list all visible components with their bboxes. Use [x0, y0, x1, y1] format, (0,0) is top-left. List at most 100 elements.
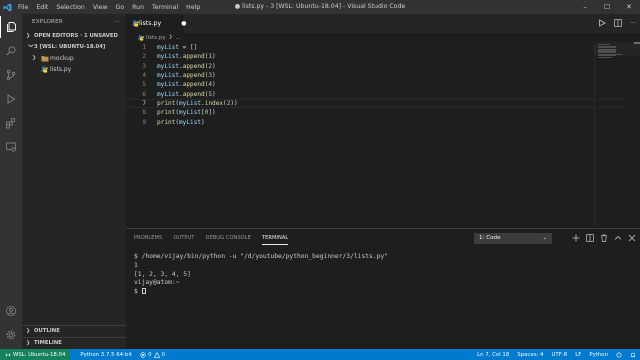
code-editor[interactable]: 1 myList = [] 2 myList.append(1) 3 myList.app…	[126, 42, 640, 227]
more-actions-button[interactable]: ···	[630, 20, 636, 27]
bell-icon	[630, 352, 636, 357]
new-terminal-button[interactable]	[572, 234, 580, 244]
terminal-prompt-line: $	[134, 288, 624, 297]
tab-terminal[interactable]: TERMINAL	[261, 233, 289, 245]
terminal-select[interactable]: 1: Code ⌄	[474, 233, 552, 244]
code-line[interactable]: 4 myList.append(3)	[126, 71, 626, 80]
extensions-button[interactable]	[0, 112, 22, 134]
open-editors-section[interactable]: ❯ OPEN EDITORS · 1 UNSAVED	[22, 31, 126, 42]
tab-lists-py[interactable]: lists.py ●	[126, 14, 187, 33]
code-line[interactable]: 9 print(myList)	[126, 117, 626, 126]
more-actions-button[interactable]: ···	[114, 14, 120, 31]
remote-indicator[interactable]: WSL: Ubuntu-18.04	[0, 349, 71, 360]
encoding[interactable]: UTF-8	[547, 352, 571, 358]
timeline-section[interactable]: ❯ TIMELINE	[22, 337, 126, 349]
split-editor-button[interactable]	[614, 18, 623, 29]
breadcrumb-symbol[interactable]: ...	[176, 35, 181, 41]
chevron-up-icon	[614, 235, 622, 240]
gear-icon	[6, 330, 16, 340]
source-control-button[interactable]	[0, 64, 22, 86]
explorer-button[interactable]	[0, 16, 22, 38]
minimap-line	[598, 56, 613, 58]
editor-tab-bar: lists.py ● ···	[126, 14, 640, 33]
warning-icon	[153, 351, 160, 358]
scroll-position-marker	[634, 42, 640, 44]
status-right-group: Ln 7, Col 18 Spaces: 4 UTF-8 LF Python	[473, 349, 640, 360]
editor-actions: ···	[598, 14, 636, 33]
title-bar: File Edit Selection View Go Run Terminal…	[0, 0, 640, 14]
menu-selection[interactable]: Selection	[52, 4, 89, 11]
code-text: myList.append(3)	[157, 72, 216, 80]
chevron-right-icon: ❯	[26, 33, 31, 39]
language-mode[interactable]: Python	[585, 352, 612, 358]
python-interpreter[interactable]: Python 3.7.5 64-bit	[76, 352, 136, 358]
code-line[interactable]: 1 myList = []	[126, 43, 626, 52]
breadcrumb-file[interactable]: lists.py	[146, 35, 166, 41]
notifications-button[interactable]	[626, 352, 640, 358]
tab-output[interactable]: OUTPUT	[173, 233, 194, 245]
terminal-line: vijay@atom:~	[134, 279, 180, 287]
indentation[interactable]: Spaces: 4	[513, 352, 547, 358]
minimize-button[interactable]: –	[574, 0, 596, 14]
terminal-cursor	[141, 288, 146, 295]
status-bar: WSL: Ubuntu-18.04 Python 3.7.5 64-bit 0 …	[0, 349, 640, 360]
maximize-button[interactable]: ☐	[596, 0, 618, 14]
accounts-button[interactable]	[0, 300, 22, 322]
tree-item-label: lists.py	[50, 66, 72, 73]
manage-button[interactable]	[0, 324, 22, 346]
tab-label: lists.py	[139, 20, 162, 27]
python-file-icon	[132, 20, 139, 27]
editor-scrollbar[interactable]	[634, 42, 640, 227]
files-icon	[6, 22, 16, 32]
panel-actions	[572, 233, 636, 244]
feedback-button[interactable]	[612, 351, 626, 358]
code-line[interactable]: 7 print(myList.index(2))	[126, 98, 626, 109]
code-line[interactable]: 5 myList.append(4)	[126, 80, 626, 89]
tree-item-mockup[interactable]: ❯ mockup	[22, 53, 126, 64]
menu-terminal[interactable]: Terminal	[148, 4, 182, 11]
menu-file[interactable]: File	[14, 4, 32, 11]
menu-edit[interactable]: Edit	[32, 4, 52, 11]
plus-icon	[572, 234, 580, 241]
source-control-icon	[6, 69, 16, 81]
chevron-right-icon: ❯	[32, 55, 37, 61]
chevron-right-icon: ❯	[26, 328, 31, 334]
close-window-button[interactable]: ✕	[618, 0, 640, 14]
line-number: 1	[142, 44, 146, 52]
close-panel-button[interactable]	[628, 234, 636, 244]
code-line[interactable]: 6 myList.append(5)	[126, 90, 626, 99]
menu-go[interactable]: Go	[112, 4, 129, 11]
tree-item-lists-py[interactable]: lists.py	[22, 64, 126, 75]
outline-section[interactable]: ❯ OUTLINE	[22, 325, 126, 337]
workspace-section[interactable]: ❯ 3 [WSL: UBUNTU-18.04]	[22, 42, 126, 53]
kill-terminal-button[interactable]	[600, 233, 608, 244]
terminal-output[interactable]: $ /home/vijay/bin/python -u "/d/youtube/…	[134, 253, 624, 297]
trash-icon	[601, 233, 607, 242]
code-line[interactable]: 3 myList.append(2)	[126, 62, 626, 71]
split-terminal-button[interactable]	[586, 233, 594, 244]
maximize-panel-button[interactable]	[614, 234, 622, 244]
search-button[interactable]	[0, 40, 22, 62]
menu-run[interactable]: Run	[128, 4, 148, 11]
run-file-button[interactable]	[598, 18, 607, 29]
line-number: 6	[142, 90, 146, 98]
end-of-line[interactable]: LF	[571, 352, 585, 358]
cursor-position[interactable]: Ln 7, Col 18	[473, 352, 513, 358]
run-debug-button[interactable]	[0, 88, 22, 110]
menu-help[interactable]: Help	[182, 4, 204, 11]
tab-debug-console[interactable]: DEBUG CONSOLE	[205, 233, 250, 245]
tab-problems[interactable]: PROBLEMS	[134, 233, 162, 245]
unsaved-dot-icon[interactable]: ●	[181, 20, 186, 27]
chevron-right-icon: ❯	[168, 35, 173, 40]
code-line[interactable]: 8 print(myList[0])	[126, 108, 626, 117]
menu-view[interactable]: View	[89, 4, 112, 11]
timeline-label: TIMELINE	[34, 340, 62, 346]
python-version: Python 3.7.5 64-bit	[80, 351, 133, 358]
remote-explorer-button[interactable]	[0, 136, 22, 158]
code-line[interactable]: 2 myList.append(1)	[126, 52, 626, 61]
play-icon	[599, 18, 607, 27]
line-number: 3	[142, 62, 146, 70]
split-terminal-icon	[586, 233, 594, 242]
error-icon	[140, 351, 146, 358]
problems-indicator[interactable]: 0 0	[136, 351, 169, 358]
